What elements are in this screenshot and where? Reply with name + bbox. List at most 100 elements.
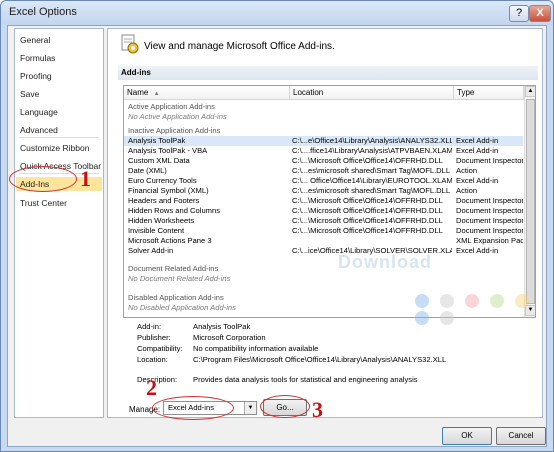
- sidebar-item-formulas[interactable]: Formulas: [20, 53, 55, 63]
- addin-location: C:\...es\microsoft shared\Smart Tag\MOFL…: [292, 186, 451, 195]
- addin-location: C:\...\Microsoft Office\Office14\OFFRHD.…: [292, 196, 443, 205]
- column-header-type[interactable]: Type: [454, 86, 524, 100]
- addin-name: Invisible Content: [128, 226, 185, 235]
- add-ins-panel: View and manage Microsoft Office Add-ins…: [107, 28, 543, 422]
- addin-type: Document Inspector: [456, 206, 523, 215]
- watermark-dot: [440, 294, 455, 308]
- group-title-disabled: Disabled Application Add-ins: [128, 293, 224, 302]
- addin-location: C:\...\Microsoft Office\Office14\OFFRHD.…: [292, 216, 443, 225]
- table-row[interactable]: Invisible Content C:\...\Microsoft Offic…: [124, 226, 523, 236]
- addin-location: C:\...\Microsoft Office\Office14\OFFRHD.…: [292, 206, 443, 215]
- sidebar-item-language[interactable]: Language: [20, 107, 58, 117]
- vertical-scrollbar[interactable]: ▲ ▼: [524, 86, 535, 317]
- step-marker-2: 2: [146, 375, 157, 400]
- sidebar-item-trust-center[interactable]: Trust Center: [20, 198, 67, 208]
- scroll-up-icon[interactable]: ▲: [525, 86, 535, 97]
- column-name-label: Name: [127, 88, 149, 97]
- addin-type: XML Expansion Pack: [456, 236, 523, 245]
- addin-location: C:\...e\Office14\Library\Analysis\ANALYS…: [292, 136, 452, 145]
- excel-options-window: Excel Options ? X General Formulas Proof…: [0, 0, 554, 452]
- watermark-dot: [515, 294, 530, 308]
- watermark-dot: [415, 311, 429, 325]
- cancel-button[interactable]: Cancel: [496, 427, 546, 445]
- table-row[interactable]: Headers and Footers C:\...\Microsoft Off…: [124, 196, 523, 206]
- step-marker-1: 1: [80, 166, 91, 191]
- group-note-document: No Document Related Add-ins: [128, 274, 231, 283]
- table-row[interactable]: Hidden Rows and Columns C:\...\Microsoft…: [124, 206, 523, 216]
- group-title-active: Active Application Add-ins: [128, 102, 215, 111]
- table-row[interactable]: Financial Symbol (XML) C:\...es\microsof…: [124, 186, 523, 196]
- addin-type: Document Inspector: [456, 156, 523, 165]
- addin-name: Analysis ToolPak - VBA: [128, 146, 208, 155]
- addin-name: Analysis ToolPak: [128, 136, 186, 145]
- add-ins-section-header: Add-ins: [118, 66, 538, 80]
- options-sidebar: General Formulas Proofing Save Language …: [14, 28, 104, 418]
- table-row[interactable]: Euro Currency Tools C:\... Office\Office…: [124, 176, 523, 186]
- sidebar-item-customize-ribbon[interactable]: Customize Ribbon: [20, 143, 89, 153]
- addin-location: C:\... Office\Office14\Library\EUROTOOL.…: [292, 176, 452, 185]
- addin-name: Solver Add-in: [128, 246, 174, 255]
- addin-name: Custom XML Data: [128, 156, 190, 165]
- close-button[interactable]: X: [529, 5, 551, 22]
- table-row[interactable]: Date (XML) C:\...es\microsoft shared\Sma…: [124, 166, 523, 176]
- sidebar-item-save[interactable]: Save: [20, 89, 39, 99]
- addin-name: Microsoft Actions Pane 3: [128, 236, 212, 245]
- addin-name: Financial Symbol (XML): [128, 186, 209, 195]
- download-watermark: Download: [338, 252, 432, 272]
- detail-description-label: Description:: [137, 375, 178, 384]
- add-ins-gear-icon: [121, 34, 139, 54]
- addin-name: Euro Currency Tools: [128, 176, 197, 185]
- sort-ascending-icon: ▲: [153, 91, 160, 97]
- watermark-dot: [440, 311, 455, 325]
- highlight-ellipse-add-ins: [9, 166, 77, 192]
- addin-location: C:\...es\microsoft shared\Smart Tag\MOFL…: [292, 166, 451, 175]
- addin-location: C:\...\Microsoft Office\Office14\OFFRHD.…: [292, 226, 443, 235]
- addin-type: Action: [456, 166, 478, 175]
- title-bar: Excel Options ? X: [1, 1, 553, 25]
- sidebar-divider: [19, 137, 99, 138]
- chevron-down-icon[interactable]: ▼: [244, 402, 256, 414]
- table-row[interactable]: Custom XML Data C:\...\Microsoft Office\…: [124, 156, 523, 166]
- addin-type: Document Inspector: [456, 226, 523, 235]
- sidebar-item-general[interactable]: General: [20, 35, 50, 45]
- detail-publisher-label: Publisher:: [137, 333, 171, 342]
- group-note-disabled: No Disabled Application Add-ins: [128, 303, 236, 312]
- detail-compat-label: Compatibility:: [137, 344, 183, 353]
- panel-heading: View and manage Microsoft Office Add-ins…: [144, 41, 335, 52]
- watermark-dots: [415, 294, 542, 328]
- table-row[interactable]: Analysis ToolPak C:\...e\Office14\Librar…: [124, 136, 523, 146]
- table-row[interactable]: Analysis ToolPak - VBA C:\....ffice14\Li…: [124, 146, 523, 156]
- highlight-ellipse-manage: [152, 396, 234, 420]
- addin-name: Date (XML): [128, 166, 167, 175]
- detail-addin-label: Add-in:: [137, 322, 162, 331]
- table-row[interactable]: Microsoft Actions Pane 3 XML Expansion P…: [124, 236, 523, 246]
- addin-name: Hidden Worksheets: [128, 216, 195, 225]
- group-title-inactive: Inactive Application Add-ins: [128, 126, 221, 135]
- sidebar-item-advanced[interactable]: Advanced: [20, 125, 58, 135]
- add-ins-list: Name ▲ Location Type Active Application …: [123, 85, 536, 318]
- addin-type: Action: [456, 186, 478, 195]
- group-note-active: No Active Application Add-ins: [128, 112, 227, 121]
- detail-compat-value: No compatibility information available: [193, 344, 319, 353]
- sidebar-item-proofing[interactable]: Proofing: [20, 71, 52, 81]
- addin-name: Headers and Footers: [128, 196, 200, 205]
- column-header-name[interactable]: Name ▲: [124, 86, 290, 100]
- highlight-ellipse-go: [260, 395, 310, 418]
- detail-publisher-value: Microsoft Corporation: [193, 333, 266, 342]
- column-header-location[interactable]: Location: [290, 86, 454, 100]
- ok-button[interactable]: OK: [442, 427, 492, 445]
- addin-type: Excel Add-in: [456, 146, 499, 155]
- detail-description-value: Provides data analysis tools for statist…: [193, 375, 418, 384]
- addin-location: C:\....ffice14\Library\Analysis\ATPVBAEN…: [292, 146, 452, 155]
- addin-type: Document Inspector: [456, 196, 523, 205]
- detail-location-label: Location:: [137, 355, 168, 364]
- window-title: Excel Options: [9, 6, 77, 18]
- watermark-dot: [490, 294, 505, 308]
- table-row[interactable]: Solver Add-in C:\...ice\Office14\Library…: [124, 246, 523, 256]
- addin-type: Document Inspector: [456, 216, 523, 225]
- help-button[interactable]: ?: [509, 5, 529, 22]
- scroll-thumb[interactable]: [526, 99, 535, 304]
- table-row[interactable]: Hidden Worksheets C:\...\Microsoft Offic…: [124, 216, 523, 226]
- addin-location: C:\...\Microsoft Office\Office14\OFFRHD.…: [292, 156, 443, 165]
- detail-addin-value: Analysis ToolPak: [193, 322, 251, 331]
